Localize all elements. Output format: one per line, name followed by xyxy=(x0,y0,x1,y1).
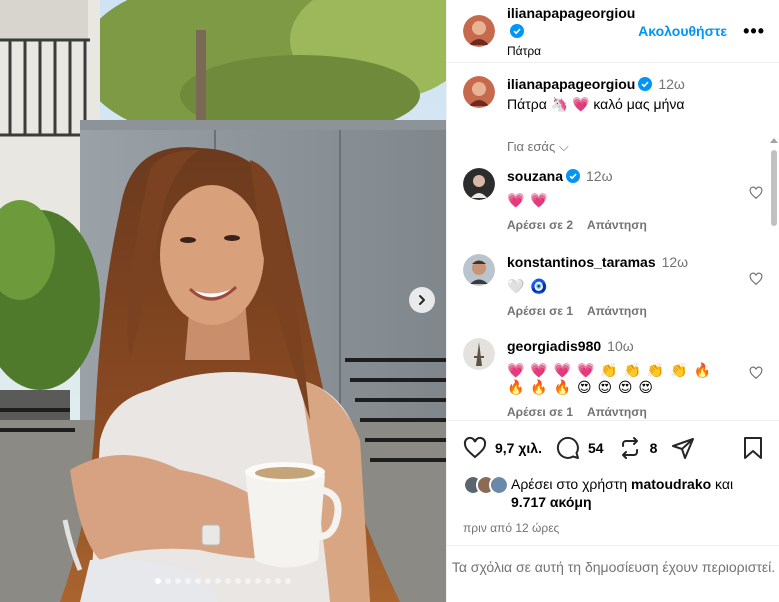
photo-image xyxy=(0,0,446,602)
follow-button[interactable]: Ακολουθήστε xyxy=(638,23,727,39)
comment-item: souzana 12ω 💗 💗 Αρέσει σε 2 Απάντηση xyxy=(463,168,763,232)
carousel-dot xyxy=(165,578,171,584)
comment-likes[interactable]: Αρέσει σε 1 xyxy=(507,405,573,419)
comment-likes[interactable]: Αρέσει σε 1 xyxy=(507,304,573,318)
comment-time: 12ω xyxy=(661,254,689,270)
author-avatar[interactable] xyxy=(463,15,495,47)
liker-avatar xyxy=(489,475,509,495)
verified-badge-icon xyxy=(638,77,653,91)
chevron-right-icon xyxy=(419,295,425,305)
save-button[interactable] xyxy=(742,436,764,460)
carousel-dot xyxy=(215,578,221,584)
carousel-indicator xyxy=(0,578,446,584)
comment-time: 10ω xyxy=(607,338,634,354)
carousel-dot xyxy=(235,578,241,584)
like-comment-icon[interactable] xyxy=(749,366,763,380)
post-caption: ilianapapageorgiou 12ω Πάτρα 🦄 💗 καλό μα… xyxy=(447,64,779,113)
scroll-thumb[interactable] xyxy=(771,150,777,226)
carousel-dot xyxy=(175,578,181,584)
post-location[interactable]: Πάτρα xyxy=(507,44,638,58)
carousel-dot xyxy=(205,578,211,584)
comment-text: 🤍 🧿 xyxy=(507,278,549,294)
carousel-dot xyxy=(275,578,281,584)
post-header: ilianapapageorgiou Πάτρα Ακολουθήστε ••• xyxy=(447,0,779,63)
caption-avatar[interactable] xyxy=(463,76,495,108)
verified-badge-icon xyxy=(510,23,524,38)
comment-bubble-icon xyxy=(556,436,579,459)
post-photo[interactable] xyxy=(0,0,446,602)
carousel-dot xyxy=(155,578,161,584)
liked-by-others[interactable]: 9.717 ακόμη xyxy=(511,494,592,510)
comments-restricted-notice: Τα σχόλια σε αυτή τη δημοσίευση έχουν πε… xyxy=(447,545,779,577)
comment-username[interactable]: georgiadis980 xyxy=(507,338,601,354)
scroll-up-arrow-icon[interactable] xyxy=(770,138,778,143)
comments-count: 54 xyxy=(587,440,604,456)
comment-username[interactable]: konstantinos_taramas xyxy=(507,254,656,270)
carousel-next-button[interactable] xyxy=(409,287,435,313)
repost-button[interactable]: 8 xyxy=(618,436,658,460)
comment-time: 12ω xyxy=(586,168,613,184)
comments-scrollbar[interactable] xyxy=(770,138,778,420)
verified-badge-icon xyxy=(566,169,581,183)
comment-item: georgiadis980 10ω 💗 💗 💗 💗 👏 👏 👏 👏 🔥 🔥 🔥 🔥… xyxy=(463,338,763,419)
carousel-dot xyxy=(195,578,201,584)
comments-list: ilianapapageorgiou 12ω Πάτρα 🦄 💗 καλό μα… xyxy=(447,64,779,420)
carousel-dot xyxy=(185,578,191,584)
comment-likes[interactable]: Αρέσει σε 2 xyxy=(507,218,573,232)
commenter-avatar[interactable] xyxy=(463,168,495,200)
comment-text: 💗 💗 xyxy=(507,192,549,208)
liked-by: Αρέσει στο χρήστη matoudrako και 9.717 α… xyxy=(463,475,764,511)
reposts-count: 8 xyxy=(649,440,658,456)
liked-by-joiner: και xyxy=(715,476,734,492)
carousel-dot xyxy=(255,578,261,584)
share-button[interactable] xyxy=(671,436,703,460)
like-comment-icon[interactable] xyxy=(749,186,763,200)
liked-by-text: Αρέσει στο χρήστη matoudrako και 9.717 α… xyxy=(511,475,733,511)
more-options-icon[interactable]: ••• xyxy=(743,21,765,42)
carousel-dot xyxy=(285,578,291,584)
comment-item: konstantinos_taramas 12ω 🤍 🧿 Αρέσει σε 1 Α… xyxy=(463,254,763,318)
comment-username[interactable]: souzana xyxy=(507,168,563,184)
comment-text: 💗 💗 💗 💗 👏 👏 👏 👏 🔥 🔥 🔥 🔥 😍 😍 😍 😍 xyxy=(507,362,713,395)
liked-by-avatars[interactable] xyxy=(463,475,509,495)
post-dialog: ilianapapageorgiou Πάτρα Ακολουθήστε ••• xyxy=(0,0,779,602)
commenter-avatar[interactable] xyxy=(463,338,495,370)
liked-by-prefix: Αρέσει στο χρήστη xyxy=(511,476,628,492)
heart-icon xyxy=(463,436,487,459)
post-side-panel: ilianapapageorgiou Πάτρα Ακολουθήστε ••• xyxy=(446,0,779,602)
like-comment-icon[interactable] xyxy=(749,272,763,286)
carousel-dot xyxy=(225,578,231,584)
comment-button[interactable]: 54 xyxy=(556,436,604,460)
reply-button[interactable]: Απάντηση xyxy=(587,405,647,419)
post-timestamp[interactable]: πριν από 12 ώρες xyxy=(463,521,764,535)
author-username[interactable]: ilianapapageorgiou xyxy=(507,5,635,21)
carousel-dot xyxy=(265,578,271,584)
post-actions: 9,7 χιλ. 54 8 Αρέσει στο χρήστη matoudra… xyxy=(447,420,779,535)
send-icon xyxy=(672,438,695,459)
commenter-avatar[interactable] xyxy=(463,254,495,286)
liked-by-user[interactable]: matoudrako xyxy=(631,476,711,492)
carousel-dot xyxy=(245,578,251,584)
caption-text: Πάτρα 🦄 💗 καλό μας μήνα xyxy=(507,96,685,112)
bookmark-icon xyxy=(744,437,762,459)
caption-username[interactable]: ilianapapageorgiou xyxy=(507,76,635,92)
reply-button[interactable]: Απάντηση xyxy=(587,218,647,232)
repost-icon xyxy=(621,437,638,459)
caption-time: 12ω xyxy=(658,76,685,92)
like-button[interactable]: 9,7 χιλ. xyxy=(463,436,542,460)
translation-toggle[interactable]: Για εσάς ⌵ xyxy=(507,139,779,155)
reply-button[interactable]: Απάντηση xyxy=(587,304,647,318)
likes-count: 9,7 χιλ. xyxy=(495,440,542,456)
